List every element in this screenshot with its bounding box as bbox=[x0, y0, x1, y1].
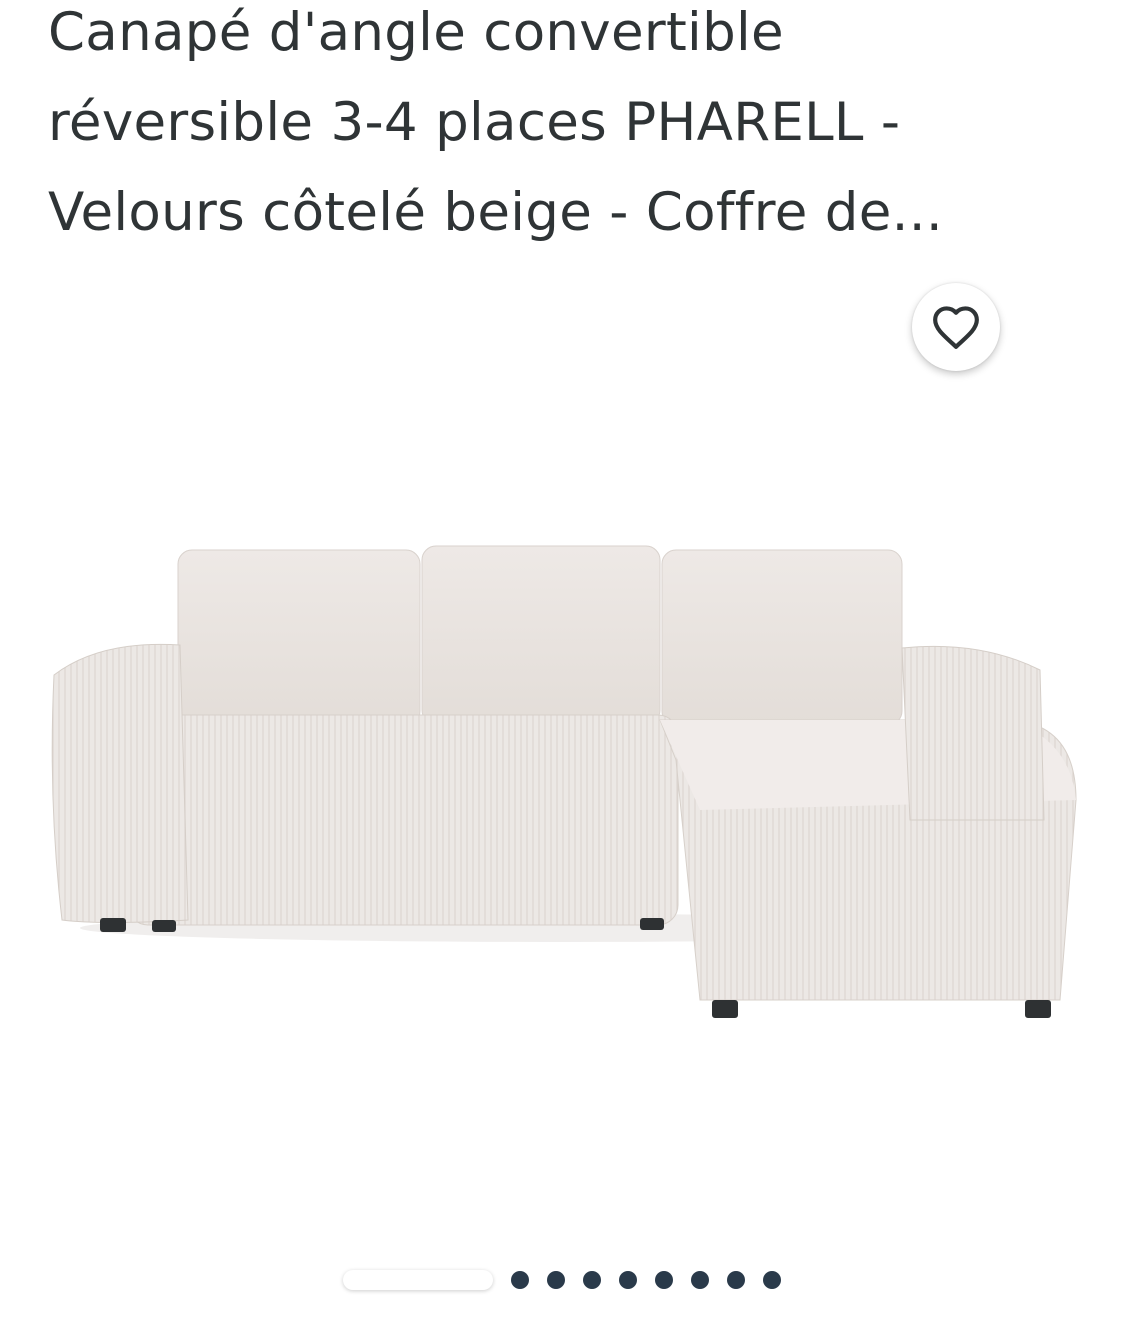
product-title: Canapé d'angle convertible réversible 3-… bbox=[48, 0, 1088, 258]
product-title-line-2: réversible 3-4 places PHARELL - bbox=[48, 92, 901, 153]
pager-dot[interactable] bbox=[547, 1271, 565, 1289]
pager-dot[interactable] bbox=[691, 1271, 709, 1289]
favorite-button[interactable] bbox=[912, 283, 1000, 371]
image-carousel-pager bbox=[343, 1268, 781, 1292]
product-title-line-3: Velours côtelé beige - Coffre de... bbox=[48, 182, 944, 243]
pager-dot[interactable] bbox=[763, 1271, 781, 1289]
pager-dot[interactable] bbox=[583, 1271, 601, 1289]
product-title-line-1: Canapé d'angle convertible bbox=[48, 2, 784, 63]
pager-dot[interactable] bbox=[619, 1271, 637, 1289]
product-image[interactable] bbox=[40, 500, 1090, 1060]
heart-outline-icon bbox=[933, 306, 979, 349]
pager-dot[interactable] bbox=[655, 1271, 673, 1289]
pager-dot[interactable] bbox=[727, 1271, 745, 1289]
pager-dot[interactable] bbox=[511, 1271, 529, 1289]
pager-indicator-active[interactable] bbox=[343, 1270, 493, 1290]
